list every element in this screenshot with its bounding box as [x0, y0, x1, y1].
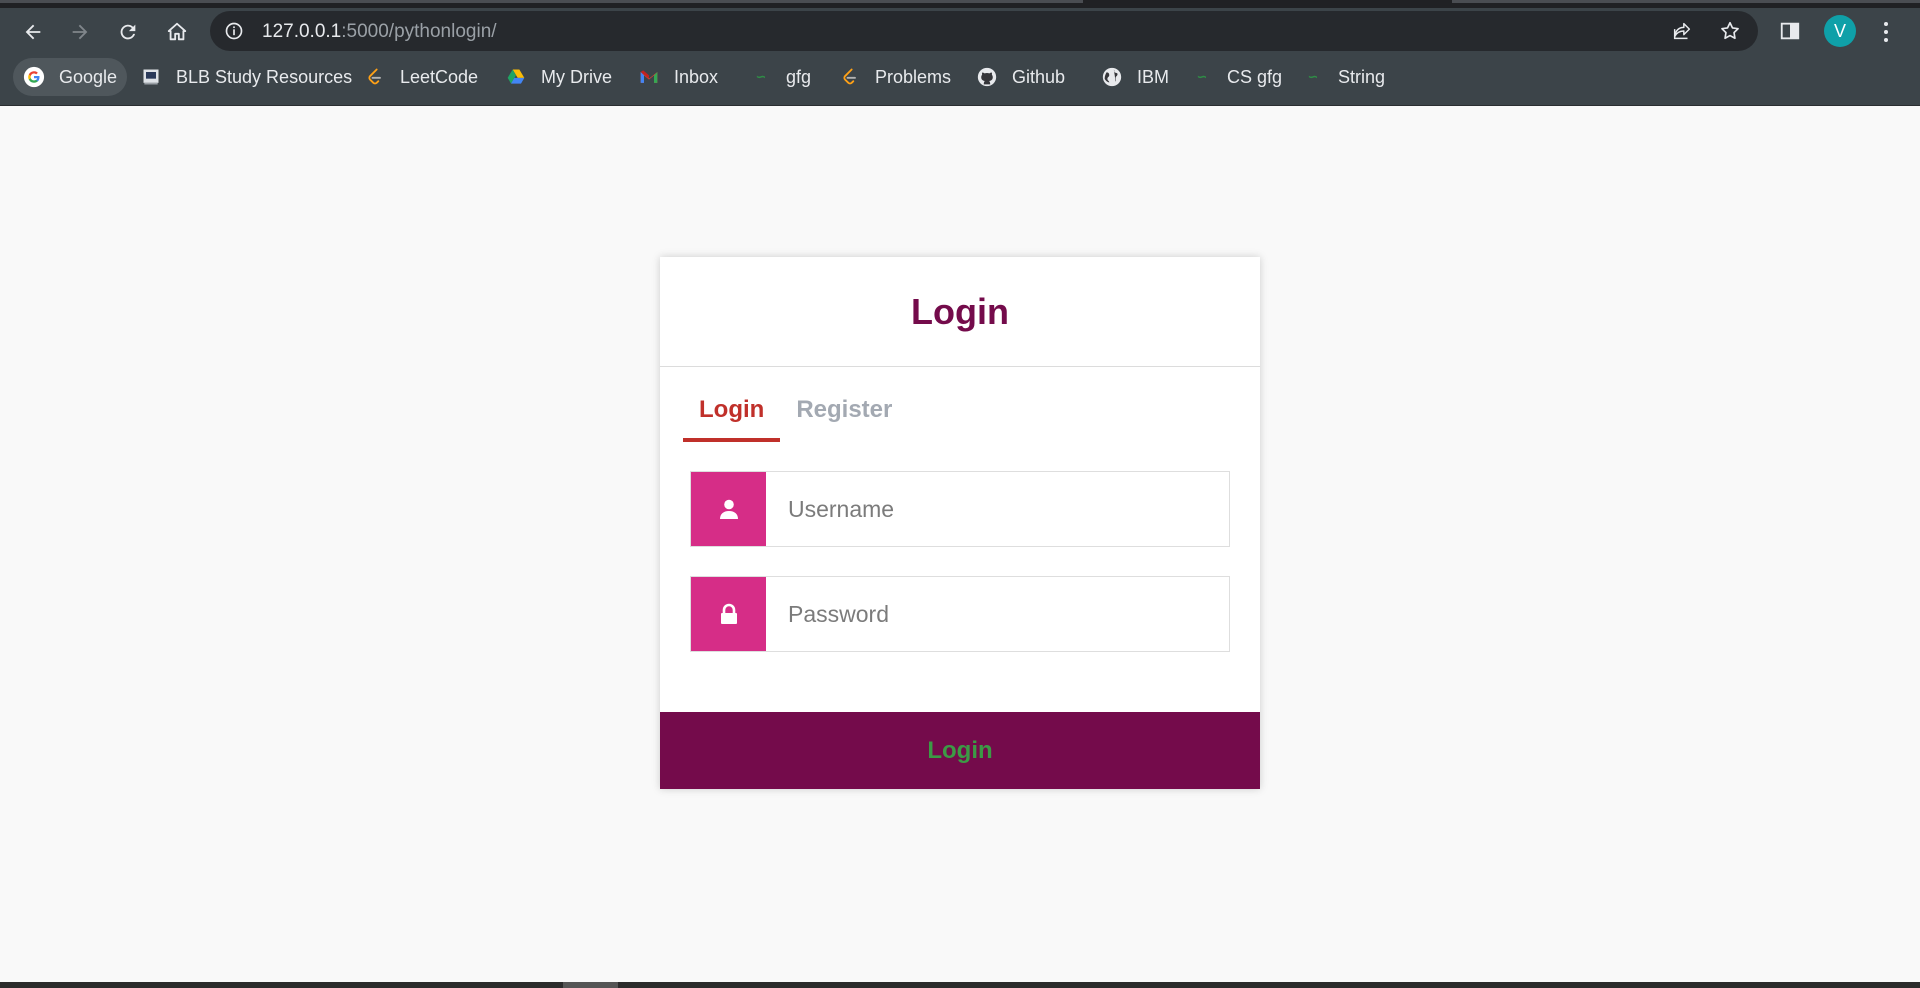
bookmark-label: Google: [59, 66, 118, 87]
forward-arrow-icon: [72, 24, 88, 40]
bookmark-leetcode[interactable]: LeetCode: [354, 58, 488, 96]
bookmark-google[interactable]: Google: [13, 58, 128, 96]
tab-register[interactable]: Register: [780, 387, 908, 442]
address-bar[interactable]: 127.0.0.1:5000/pythonlogin/: [210, 11, 1758, 51]
reload-icon: [120, 24, 136, 40]
tab-indicator: [0, 0, 1083, 3]
login-card: Login Login Register Login: [660, 257, 1260, 789]
globe-icon: [1101, 66, 1123, 88]
gfg-icon: ∽: [755, 69, 767, 84]
password-field: [690, 576, 1230, 652]
gfg-icon: ∽: [1307, 69, 1319, 84]
bookmark-label: Github: [1012, 66, 1066, 87]
bookmark-label: My Drive: [541, 66, 612, 87]
login-submit-button[interactable]: Login: [660, 712, 1260, 789]
gfg-icon: ∽: [1196, 69, 1208, 84]
browser-toolbar: 127.0.0.1:5000/pythonlogin/ V: [0, 8, 1920, 54]
github-icon: [976, 66, 998, 88]
side-panel-button[interactable]: [1776, 17, 1804, 45]
share-icon: [1673, 22, 1691, 40]
tab-login[interactable]: Login: [683, 387, 781, 442]
bookmark-label: Problems: [875, 66, 952, 87]
password-input[interactable]: [766, 577, 1229, 651]
back-button[interactable]: [17, 16, 49, 48]
lock-icon: [720, 603, 737, 624]
bookmark-ibm[interactable]: IBM: [1091, 58, 1179, 96]
bookmark-my-drive[interactable]: My Drive: [495, 58, 622, 96]
tab-indicator: [1452, 0, 1920, 3]
bookmark-label: BLB Study Resources: [176, 66, 353, 87]
bookmark-star-button[interactable]: [1716, 17, 1744, 45]
bookmark-cs-gfg[interactable]: ∽ CS gfg: [1181, 58, 1292, 96]
bookmark-github[interactable]: Github: [966, 58, 1075, 96]
blb-icon: [140, 66, 162, 88]
horizontal-scrollbar[interactable]: [0, 982, 1920, 988]
tab-strip: [0, 0, 1920, 8]
star-icon: [1721, 21, 1739, 40]
leetcode-icon: [839, 66, 861, 88]
bookmark-label: IBM: [1137, 66, 1170, 87]
user-icon-box: [691, 472, 766, 546]
home-icon: [167, 22, 187, 41]
google-icon: [23, 66, 45, 88]
url-path: :5000/pythonlogin/: [341, 21, 497, 42]
username-input[interactable]: [766, 472, 1229, 546]
home-button[interactable]: [161, 16, 193, 48]
browser-menu-button[interactable]: [1872, 16, 1900, 48]
login-card-header: Login: [660, 257, 1260, 367]
forward-button[interactable]: [64, 16, 96, 48]
bookmark-label: String: [1338, 66, 1386, 87]
profile-avatar[interactable]: V: [1824, 15, 1856, 47]
gmail-icon: [638, 66, 660, 88]
share-button[interactable]: [1668, 17, 1696, 45]
bookmark-label: gfg: [786, 66, 812, 87]
login-title: Login: [911, 290, 1009, 332]
bookmark-string[interactable]: ∽ String: [1292, 58, 1395, 96]
url-text[interactable]: 127.0.0.1:5000/pythonlogin/: [262, 21, 497, 43]
user-icon: [719, 499, 738, 519]
side-panel-icon: [1780, 22, 1800, 40]
reload-button[interactable]: [112, 16, 144, 48]
bookmark-inbox[interactable]: Inbox: [628, 58, 728, 96]
lock-icon-box: [691, 577, 766, 651]
bookmark-gfg[interactable]: ∽ gfg: [740, 58, 821, 96]
info-icon[interactable]: [224, 21, 244, 41]
bookmark-label: CS gfg: [1227, 66, 1283, 87]
scrollbar-thumb[interactable]: [563, 982, 618, 988]
back-arrow-icon: [25, 24, 41, 40]
auth-tabs: Login Register: [683, 387, 908, 442]
bookmarks-bar: Google BLB Study Resources LeetCode My D…: [0, 54, 1920, 106]
bookmark-problems[interactable]: Problems: [829, 58, 961, 96]
bookmark-label: Inbox: [674, 66, 719, 87]
bookmark-blb-study-resources[interactable]: BLB Study Resources: [130, 58, 362, 96]
url-host: 127.0.0.1: [262, 21, 342, 42]
username-field: [690, 471, 1230, 547]
browser-chrome: 127.0.0.1:5000/pythonlogin/ V Google BLB…: [0, 0, 1920, 106]
bookmark-label: LeetCode: [400, 66, 479, 87]
leetcode-icon: [364, 66, 386, 88]
drive-icon: [505, 66, 527, 88]
